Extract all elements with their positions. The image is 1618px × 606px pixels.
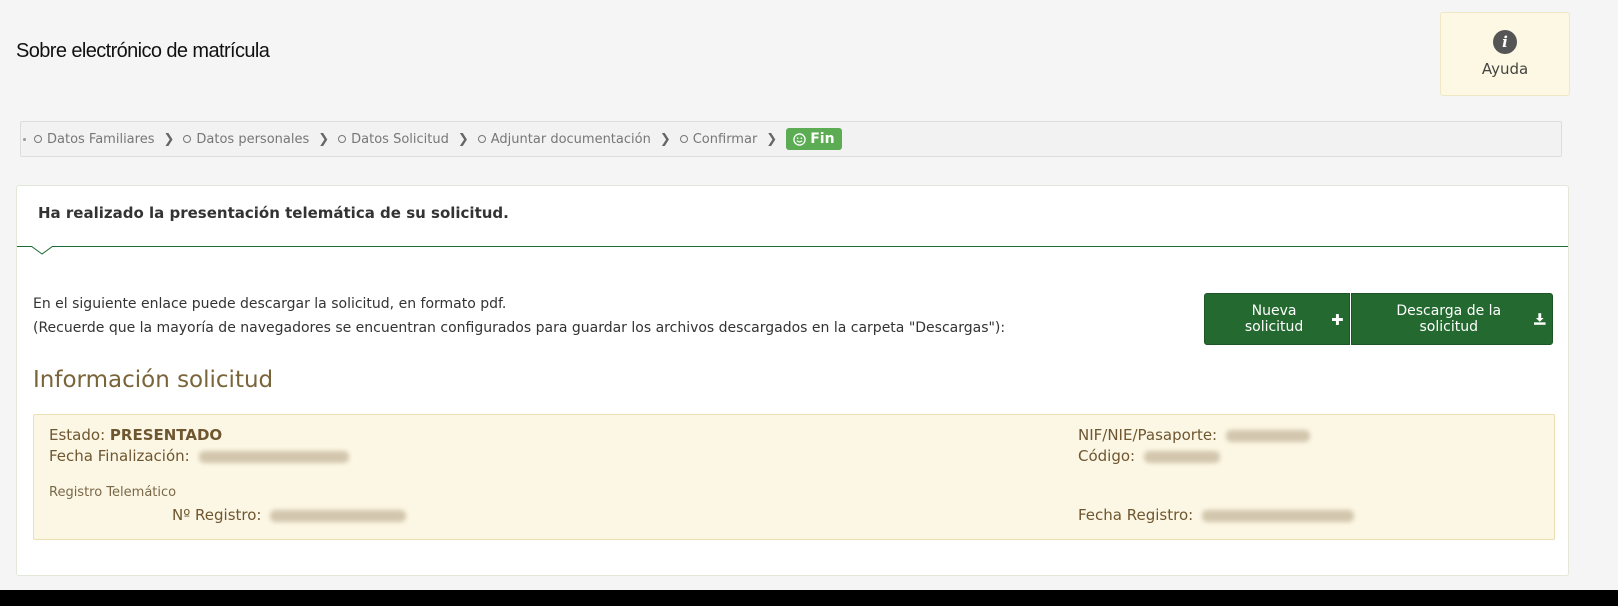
result-panel: Ha realizado la presentación telemática … [16,185,1569,576]
breadcrumb-step-label: Adjuntar documentación [490,131,651,147]
panel-heading: Ha realizado la presentación telemática … [38,204,509,222]
request-info-box: Estado: PRESENTADO Fecha Finalización: R… [33,414,1555,540]
codigo-row: Código: [1078,447,1220,465]
breadcrumb-step-datos-solicitud: Datos Solicitud [338,132,449,147]
download-instructions: En el siguiente enlace puede descargar l… [33,292,1005,340]
download-request-button[interactable]: Descarga de la solicitud [1351,293,1553,345]
breadcrumb-step-label: Datos personales [196,131,310,147]
registro-heading: Registro Telemático [49,485,177,500]
section-title: Información solicitud [33,367,274,393]
chevron-right-icon: ❯ [163,131,175,147]
new-request-label: Nueva solicitud [1244,303,1304,335]
panel-divider [17,246,1568,247]
smile-icon [793,132,806,146]
circle-icon [679,135,688,143]
breadcrumb-step-confirmar: Confirmar [679,131,758,147]
help-label: Ayuda [1481,60,1529,78]
breadcrumb-step-datos-familiares: Datos Familiares [34,132,154,147]
instructions-line-1: En el siguiente enlace puede descargar l… [33,296,507,312]
circle-icon [183,135,192,143]
chevron-right-icon: ❯ [766,131,778,147]
chevron-right-icon: ❯ [457,131,469,147]
breadcrumb: Datos Familiares ❯ Datos personales ❯ Da… [20,121,1562,157]
breadcrumb-step-label: Confirmar [692,131,758,147]
fecha-registro-row: Fecha Registro: [1078,506,1354,524]
circle-icon [338,135,347,143]
numero-registro-row: Nº Registro: [172,506,407,524]
breadcrumb-final-label: Fin [810,131,835,147]
numero-registro-label: Nº Registro: [172,506,262,524]
new-request-button[interactable]: Nueva solicitud [1204,293,1350,345]
redacted-value [1143,451,1220,463]
info-icon: i [1493,30,1517,54]
estado-row: Estado: PRESENTADO [49,426,222,444]
redacted-value [270,510,407,522]
fecha-finalizacion-label: Fecha Finalización: [49,447,190,465]
action-buttons: Nueva solicitud Descarga de la solicitud [1204,293,1553,345]
breadcrumb-start-dot [23,137,26,141]
circle-icon [34,135,42,143]
fecha-registro-label: Fecha Registro: [1078,506,1194,524]
instructions-line-2: (Recuerde que la mayoría de navegadores … [33,320,1006,336]
estado-label: Estado: [49,426,106,444]
page-title: Sobre electrónico de matrícula [16,40,270,62]
codigo-label: Código: [1078,447,1136,465]
breadcrumb-step-fin: Fin [786,128,842,150]
divider-notch [31,246,53,255]
breadcrumb-step-label: Datos Familiares [47,131,155,147]
nif-row: NIF/NIE/Pasaporte: [1078,426,1310,444]
plus-icon [1332,313,1343,325]
download-icon [1534,313,1546,325]
redacted-value [1201,510,1354,522]
estado-value: PRESENTADO [109,426,223,444]
nif-label: NIF/NIE/Pasaporte: [1078,426,1218,444]
scrollbar[interactable] [1600,0,1618,590]
chevron-right-icon: ❯ [318,131,330,147]
breadcrumb-step-datos-personales: Datos personales [183,132,309,147]
breadcrumb-step-adjuntar-documentacion: Adjuntar documentación [477,131,651,147]
fecha-finalizacion-row: Fecha Finalización: [49,447,349,465]
breadcrumb-step-label: Datos Solicitud [351,131,449,147]
download-request-label: Descarga de la solicitud [1396,303,1502,335]
page: Sobre electrónico de matrícula i Ayuda D… [0,0,1600,590]
redacted-value [198,451,349,463]
help-button[interactable]: i Ayuda [1440,12,1570,96]
chevron-right-icon: ❯ [659,131,671,147]
circle-icon [477,135,486,143]
redacted-value [1225,430,1310,442]
